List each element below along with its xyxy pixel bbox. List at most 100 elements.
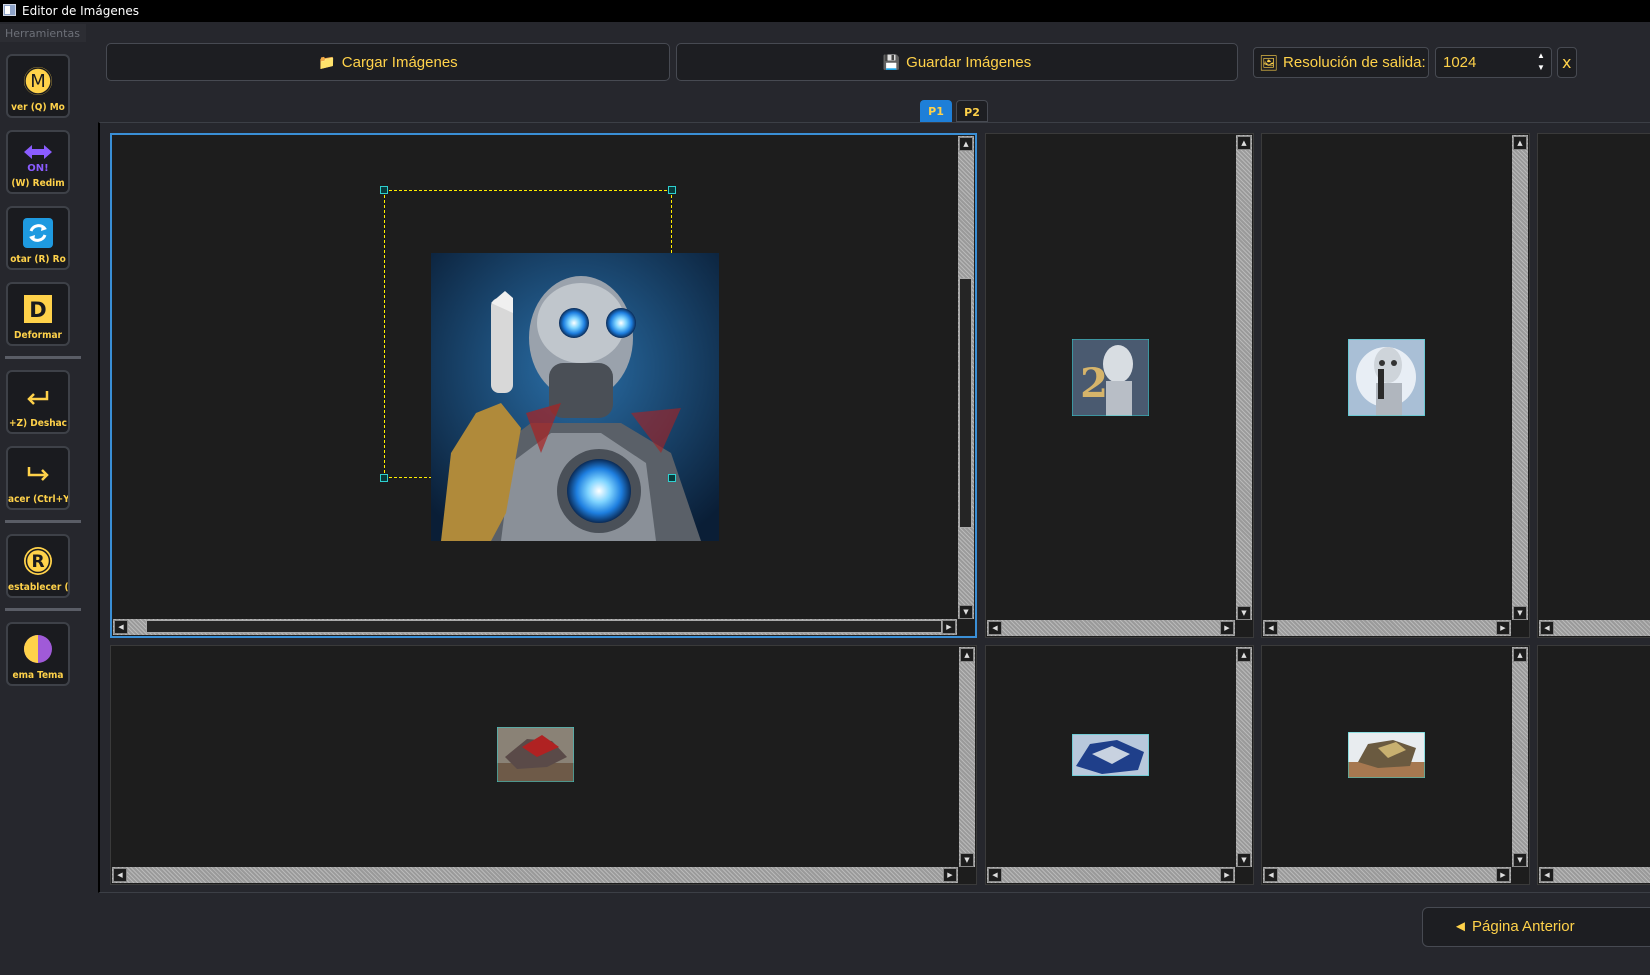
scroll-left-icon[interactable]: ◀ xyxy=(1540,868,1554,882)
horizontal-scrollbar[interactable]: ◀ ▶ xyxy=(113,619,957,635)
tab-p2[interactable]: P2 xyxy=(956,100,988,122)
tool-label: otar (R) Ro xyxy=(10,254,66,265)
tool-label: +Z) Deshac xyxy=(8,418,68,429)
menu-label: Herramientas xyxy=(5,27,80,40)
tool-separator xyxy=(5,356,81,359)
scroll-up-icon[interactable]: ▲ xyxy=(1513,136,1527,150)
tool-label: ema Tema xyxy=(12,670,64,681)
svg-text:2: 2 xyxy=(1080,360,1108,407)
spin-up-icon[interactable]: ▲ xyxy=(1536,51,1546,63)
image-panel-4[interactable]: ▲ ▼ ◀ ▶ xyxy=(110,645,977,885)
scroll-up-icon[interactable]: ▲ xyxy=(959,137,973,151)
resize-arrows-icon: ON! xyxy=(24,145,52,172)
scroll-up-icon[interactable]: ▲ xyxy=(1513,648,1527,662)
tab-p1[interactable]: P1 xyxy=(920,100,952,122)
rotate-tool-button[interactable]: otar (R) Ro xyxy=(6,206,70,270)
image-panel-7[interactable]: ◀ xyxy=(1537,133,1650,638)
scroll-thumb[interactable] xyxy=(959,278,972,528)
image-panel-3[interactable]: ▲ ▼ ◀ ▶ xyxy=(1261,133,1530,638)
resize-handle[interactable] xyxy=(668,186,676,194)
title-bar: Editor de Imágenes xyxy=(0,0,1650,22)
robot-image[interactable] xyxy=(431,253,719,541)
move-tool-button[interactable]: M ver (Q) Mo xyxy=(6,54,70,118)
tool-label: establecer (T xyxy=(8,582,68,593)
theme-icon xyxy=(24,635,52,663)
image-panel-8[interactable]: ◀ xyxy=(1537,645,1650,885)
scroll-down-icon[interactable]: ▼ xyxy=(959,605,973,619)
robot-number-1-thumbnail[interactable] xyxy=(1348,339,1425,416)
scroll-left-icon[interactable]: ◀ xyxy=(113,868,127,882)
scroll-down-icon[interactable]: ▼ xyxy=(1237,606,1251,620)
image-panel-6[interactable]: ▲ ▼ ◀ ▶ xyxy=(1261,645,1530,885)
tool-separator xyxy=(5,520,81,523)
save-images-button[interactable]: 💾 Guardar Imágenes xyxy=(676,43,1238,81)
svg-text:D: D xyxy=(29,298,46,322)
scroll-left-icon[interactable]: ◀ xyxy=(1264,868,1278,882)
d-square-icon: D xyxy=(24,295,52,323)
scroll-left-icon[interactable]: ◀ xyxy=(988,868,1002,882)
scroll-left-icon[interactable]: ◀ xyxy=(1540,621,1554,635)
floppy-disk-icon: 💾 xyxy=(882,53,901,70)
extra-button[interactable]: x xyxy=(1557,47,1577,78)
reset-button[interactable]: R establecer (T xyxy=(6,534,70,598)
image-panel-1[interactable]: ▲ ▼ ◀ ▶ xyxy=(110,133,977,638)
undo-button[interactable]: +Z) Deshac xyxy=(6,370,70,434)
folder-icon: 📁 xyxy=(318,53,336,70)
scroll-thumb[interactable] xyxy=(146,620,942,633)
panel-grid: ▲ ▼ ◀ ▶ ▲ ▼ ◀ ▶ 2 ▲ ▼ ◀ ▶ ▲ ▼ ◀ ▶ ▲ ▼ ◀ … xyxy=(98,122,1650,893)
scroll-right-icon[interactable]: ▶ xyxy=(1220,868,1234,882)
scroll-left-icon[interactable]: ◀ xyxy=(114,620,128,634)
load-images-button[interactable]: 📁 Cargar Imágenes xyxy=(106,43,670,81)
red-mech-thumbnail[interactable] xyxy=(497,727,574,782)
scroll-right-icon[interactable]: ▶ xyxy=(1496,868,1510,882)
window-title: Editor de Imágenes xyxy=(22,4,139,18)
theme-button[interactable]: ema Tema xyxy=(6,622,70,686)
vertical-scrollbar[interactable]: ▲ ▼ xyxy=(958,136,974,620)
deform-tool-button[interactable]: D Deformar xyxy=(6,282,70,346)
resize-handle[interactable] xyxy=(380,186,388,194)
resolution-label-box: 🖼 Resolución de salida: xyxy=(1253,47,1429,78)
desert-mech-thumbnail[interactable] xyxy=(1348,732,1425,778)
picture-icon: 🖼 xyxy=(1259,54,1279,72)
resize-handle[interactable] xyxy=(668,474,676,482)
m-circle-icon: M xyxy=(22,65,54,97)
save-images-label: Guardar Imágenes xyxy=(906,53,1032,71)
svg-text:ON!: ON! xyxy=(27,163,48,172)
scroll-right-icon[interactable]: ▶ xyxy=(1220,621,1234,635)
tool-label: acer (Ctrl+Y xyxy=(8,494,68,505)
redo-button[interactable]: acer (Ctrl+Y xyxy=(6,446,70,510)
scroll-right-icon[interactable]: ▶ xyxy=(1496,621,1510,635)
r-circle-icon: R xyxy=(24,547,52,575)
resize-handle[interactable] xyxy=(380,474,388,482)
scroll-down-icon[interactable]: ▼ xyxy=(1237,853,1251,867)
app-icon xyxy=(3,4,16,16)
tool-label: ver (Q) Mo xyxy=(11,102,65,113)
scroll-down-icon[interactable]: ▼ xyxy=(1513,606,1527,620)
scroll-up-icon[interactable]: ▲ xyxy=(960,648,974,662)
svg-text:R: R xyxy=(31,552,44,572)
scroll-up-icon[interactable]: ▲ xyxy=(1237,648,1251,662)
svg-text:M: M xyxy=(30,71,46,92)
spin-down-icon[interactable]: ▼ xyxy=(1536,63,1546,75)
redo-icon xyxy=(27,467,49,481)
blue-mech-thumbnail[interactable] xyxy=(1072,734,1149,776)
scroll-down-icon[interactable]: ▼ xyxy=(960,853,974,867)
undo-icon xyxy=(27,391,49,405)
scroll-right-icon[interactable]: ▶ xyxy=(942,620,956,634)
resize-tool-button[interactable]: ON! (W) Redim xyxy=(6,130,70,194)
scroll-up-icon[interactable]: ▲ xyxy=(1237,136,1251,150)
tool-label: Deformar xyxy=(14,330,62,341)
image-panel-5[interactable]: ▲ ▼ ◀ ▶ xyxy=(985,645,1254,885)
resolution-value: 1024 xyxy=(1443,54,1477,71)
scroll-right-icon[interactable]: ▶ xyxy=(943,868,957,882)
scroll-down-icon[interactable]: ▼ xyxy=(1513,853,1527,867)
scroll-left-icon[interactable]: ◀ xyxy=(1264,621,1278,635)
resolution-spinbox[interactable]: 1024 ▲ ▼ xyxy=(1435,47,1552,78)
tool-separator xyxy=(5,608,81,611)
previous-page-button[interactable]: ◄ Página Anterior xyxy=(1422,907,1650,947)
scroll-left-icon[interactable]: ◀ xyxy=(988,621,1002,635)
menu-herramientas[interactable]: Herramientas xyxy=(0,24,86,42)
image-panel-2[interactable]: ▲ ▼ ◀ ▶ 2 xyxy=(985,133,1254,638)
tool-label: (W) Redim xyxy=(11,178,65,189)
robot-number-2-thumbnail[interactable]: 2 xyxy=(1072,339,1149,416)
